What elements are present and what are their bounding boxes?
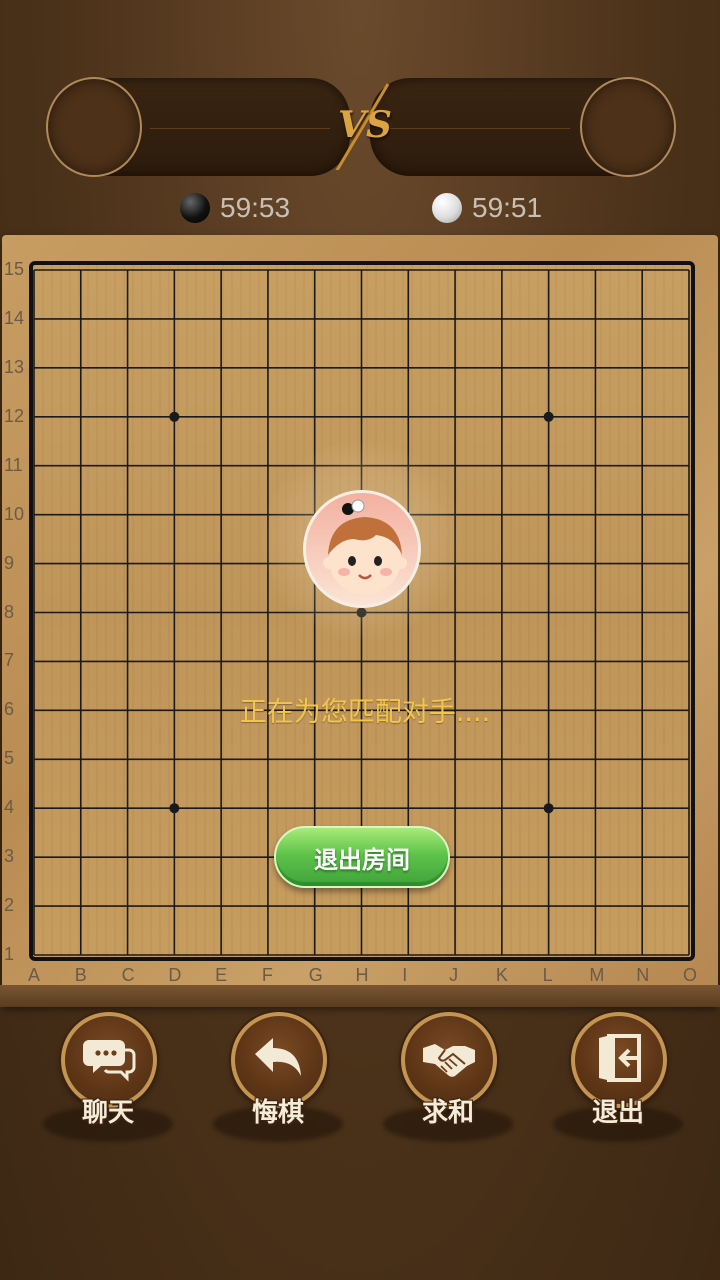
star-point — [169, 803, 180, 814]
chat-label: 聊天 — [81, 1098, 134, 1128]
column-label: F — [261, 965, 273, 985]
row-label: 12 — [4, 405, 25, 426]
column-label: I — [402, 965, 408, 985]
player-left-avatar[interactable] — [46, 77, 142, 177]
column-label: J — [449, 965, 459, 985]
vs-label: VS — [338, 104, 392, 146]
star-point — [543, 411, 554, 422]
row-label: 9 — [4, 552, 15, 573]
handshake-icon — [423, 1044, 475, 1077]
player-left-timer: 59:53 — [180, 188, 290, 228]
draw-request-label: 求和 — [421, 1098, 474, 1128]
column-label: K — [495, 965, 508, 985]
matching-avatar — [303, 490, 421, 608]
black-stone-icon — [180, 193, 210, 223]
undo-arrow-icon — [255, 1038, 301, 1076]
exit-label: 退出 — [591, 1098, 644, 1128]
column-label: E — [215, 965, 228, 985]
vs-badge: VS — [330, 80, 400, 170]
column-label: L — [542, 965, 553, 985]
exit-room-button[interactable]: 退出房间 — [274, 826, 450, 888]
divider — [150, 128, 330, 129]
row-label: 15 — [4, 259, 25, 279]
chat-button[interactable]: 聊天 — [43, 1010, 173, 1142]
row-label: 8 — [4, 601, 15, 622]
row-label: 2 — [4, 895, 15, 916]
row-label: 7 — [4, 650, 15, 671]
undo-label: 悔棋 — [251, 1098, 304, 1128]
column-label: M — [589, 965, 605, 985]
player-right-avatar[interactable] — [580, 77, 676, 177]
column-label: D — [168, 965, 182, 985]
star-point — [543, 803, 554, 814]
row-label: 1 — [4, 944, 15, 964]
white-stone-icon — [432, 193, 462, 223]
player-right-timer: 59:51 — [432, 188, 542, 228]
exit-button[interactable]: 退出 — [553, 1010, 683, 1142]
player-right-time: 59:51 — [472, 192, 543, 223]
chat-bubbles-icon — [83, 1040, 136, 1082]
column-label: N — [636, 965, 650, 985]
row-label: 13 — [4, 356, 25, 377]
column-label: A — [28, 965, 41, 985]
row-label: 11 — [4, 454, 23, 475]
player-header: VS 59:53 59:51 — [0, 0, 720, 235]
exit-door-icon — [599, 1034, 641, 1082]
matching-status-text: 正在为您匹配对手.... — [239, 697, 491, 728]
column-label: B — [74, 965, 87, 985]
column-label: G — [308, 965, 323, 985]
row-label: 14 — [4, 307, 25, 328]
column-label: H — [355, 965, 369, 985]
column-label: O — [683, 965, 698, 985]
undo-button[interactable]: 悔棋 — [213, 1010, 343, 1142]
draw-request-button[interactable]: 求和 — [383, 1010, 513, 1142]
row-label: 3 — [4, 846, 15, 867]
row-label: 5 — [4, 748, 15, 769]
column-label: C — [121, 965, 135, 985]
row-label: 4 — [4, 797, 15, 818]
divider — [390, 128, 570, 129]
row-label: 6 — [4, 699, 15, 720]
player-left-time: 59:53 — [220, 192, 291, 223]
star-point — [169, 411, 180, 422]
board-bottom-edge — [0, 985, 720, 1007]
row-label: 10 — [4, 503, 25, 524]
